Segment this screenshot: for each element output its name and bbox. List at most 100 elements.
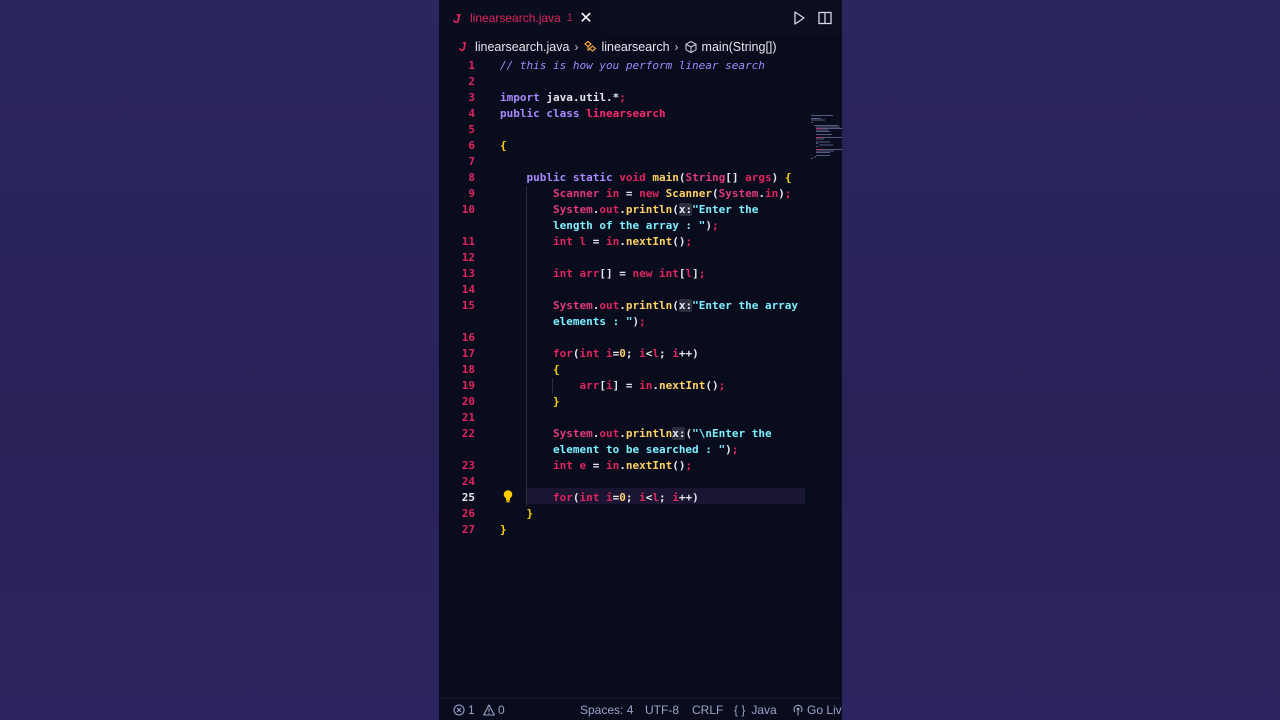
code-line[interactable]: 5 bbox=[439, 122, 842, 138]
line-number[interactable]: 20 bbox=[439, 394, 475, 410]
line-number[interactable]: 23 bbox=[439, 458, 475, 474]
code-line[interactable]: 20 } bbox=[439, 394, 842, 410]
line-number[interactable]: 4 bbox=[439, 106, 475, 122]
line-number[interactable]: 2 bbox=[439, 74, 475, 90]
line-number[interactable]: 1 bbox=[439, 58, 475, 74]
code-line[interactable]: 25 for(int i=0; i<l; i++) bbox=[439, 490, 842, 506]
line-number[interactable]: 8 bbox=[439, 170, 475, 186]
minimap[interactable] bbox=[809, 114, 842, 174]
line-number[interactable]: 27 bbox=[439, 522, 475, 538]
split-editor-icon[interactable] bbox=[817, 10, 833, 26]
language-mode[interactable]: { } Java bbox=[734, 703, 777, 717]
line-number[interactable]: 13 bbox=[439, 266, 475, 282]
problems-indicator[interactable]: 1 0 bbox=[453, 703, 505, 717]
chevron-right-icon: › bbox=[674, 40, 679, 54]
line-number[interactable]: 5 bbox=[439, 122, 475, 138]
code-text: { bbox=[552, 363, 560, 376]
code-text: elements : "); bbox=[552, 315, 646, 328]
breadcrumb-method[interactable]: main(String[]) bbox=[702, 40, 777, 54]
line-number[interactable]: 19 bbox=[439, 378, 475, 394]
code-line[interactable]: 27} bbox=[439, 522, 842, 538]
line-number[interactable]: 12 bbox=[439, 250, 475, 266]
line-number[interactable]: 25 bbox=[439, 490, 475, 506]
encoding-setting[interactable]: UTF-8 bbox=[645, 703, 679, 717]
go-live-button[interactable]: Go Live bbox=[792, 703, 842, 717]
code-line[interactable]: 19 arr[i] = in.nextInt(); bbox=[439, 378, 842, 394]
right-backdrop bbox=[842, 0, 1280, 720]
line-number[interactable]: 17 bbox=[439, 346, 475, 362]
line-number[interactable]: 14 bbox=[439, 282, 475, 298]
language-label: Java bbox=[751, 703, 777, 717]
error-icon bbox=[453, 704, 465, 716]
eol-setting[interactable]: CRLF bbox=[692, 703, 723, 717]
code-text: System.out.println(x:"Enter the bbox=[552, 203, 759, 216]
braces-icon: { } bbox=[734, 703, 746, 717]
code-line[interactable]: 26 } bbox=[439, 506, 842, 522]
chevron-right-icon: › bbox=[574, 40, 579, 54]
java-file-icon: J bbox=[459, 40, 466, 54]
line-number[interactable]: 24 bbox=[439, 474, 475, 490]
tab-bar: J linearsearch.java 1 ✕ bbox=[439, 0, 842, 36]
code-text: element to be searched : "); bbox=[552, 443, 739, 456]
line-number[interactable]: 26 bbox=[439, 506, 475, 522]
code-line[interactable]: 23 int e = in.nextInt(); bbox=[439, 458, 842, 474]
line-number[interactable]: 21 bbox=[439, 410, 475, 426]
code-line[interactable]: 1 // this is how you perform linear searc… bbox=[439, 58, 842, 74]
line-number[interactable]: 15 bbox=[439, 298, 475, 314]
line-number[interactable]: 7 bbox=[439, 154, 475, 170]
code-line[interactable]: length of the array : "); bbox=[439, 218, 842, 234]
line-number[interactable]: 3 bbox=[439, 90, 475, 106]
code-text: { bbox=[500, 139, 507, 152]
code-text: import java.util.*; bbox=[500, 91, 626, 104]
code-line[interactable]: element to be searched : "); bbox=[439, 442, 842, 458]
code-line[interactable]: 4 public class linearsearch bbox=[439, 106, 842, 122]
code-line[interactable]: 11 int l = in.nextInt(); bbox=[439, 234, 842, 250]
warning-count: 0 bbox=[498, 703, 505, 717]
code-line[interactable]: 18 { bbox=[439, 362, 842, 378]
code-line[interactable]: 3 import java.util.*; bbox=[439, 90, 842, 106]
breadcrumb-file[interactable]: linearsearch.java bbox=[475, 40, 570, 54]
line-number[interactable]: 10 bbox=[439, 202, 475, 218]
play-icon[interactable] bbox=[791, 10, 807, 26]
code-line[interactable]: 2 bbox=[439, 74, 842, 90]
code-line[interactable]: 10 System.out.println(x:"Enter the bbox=[439, 202, 842, 218]
method-icon bbox=[684, 40, 697, 54]
code-line[interactable]: 12 bbox=[439, 250, 842, 266]
code-text: arr[i] = in.nextInt(); bbox=[579, 379, 726, 392]
line-number[interactable]: 9 bbox=[439, 186, 475, 202]
code-line[interactable]: 9 Scanner in = new Scanner(System.in); bbox=[439, 186, 842, 202]
code-text: length of the array : "); bbox=[552, 219, 719, 232]
line-number[interactable]: 6 bbox=[439, 138, 475, 154]
line-number[interactable]: 22 bbox=[439, 426, 475, 442]
code-line[interactable]: 22 System.out.printlnx:("\nEnter the bbox=[439, 426, 842, 442]
lightbulb-icon[interactable] bbox=[501, 489, 515, 503]
code-text: } bbox=[552, 395, 560, 408]
line-number[interactable]: 11 bbox=[439, 234, 475, 250]
code-line[interactable]: 24 bbox=[439, 474, 842, 490]
code-line[interactable]: 7 bbox=[439, 154, 842, 170]
code-line[interactable]: elements : "); bbox=[439, 314, 842, 330]
code-line[interactable]: 8 public static void main(String[] args)… bbox=[439, 170, 842, 186]
error-count: 1 bbox=[468, 703, 475, 717]
code-line[interactable]: 13 int arr[] = new int[l]; bbox=[439, 266, 842, 282]
code-line[interactable]: 6{ bbox=[439, 138, 842, 154]
code-line[interactable]: 16 bbox=[439, 330, 842, 346]
code-line[interactable]: 17 for(int i=0; i<l; i++) bbox=[439, 346, 842, 362]
close-icon[interactable]: ✕ bbox=[577, 9, 595, 27]
editor-window: J linearsearch.java 1 ✕ J linearsearch.j… bbox=[439, 0, 842, 720]
code-text: public class linearsearch bbox=[500, 107, 666, 120]
code-line[interactable]: 15 System.out.println(x:"Enter the array bbox=[439, 298, 842, 314]
indentation-setting[interactable]: Spaces: 4 bbox=[580, 703, 633, 717]
code-text: } bbox=[526, 507, 534, 520]
code-line[interactable]: 14 bbox=[439, 282, 842, 298]
breadcrumb-class[interactable]: linearsearch bbox=[601, 40, 669, 54]
code-line[interactable]: 21 bbox=[439, 410, 842, 426]
java-file-icon: J bbox=[453, 10, 461, 26]
code-text: int l = in.nextInt(); bbox=[552, 235, 693, 248]
line-number[interactable]: 18 bbox=[439, 362, 475, 378]
status-bar: 1 0 Spaces: 4 UTF-8 CRLF { } Java Go Live bbox=[439, 698, 842, 720]
code-editor[interactable]: 1 // this is how you perform linear searc… bbox=[439, 58, 842, 698]
code-text: int arr[] = new int[l]; bbox=[552, 267, 706, 280]
code-text: System.out.printlnx:("\nEnter the bbox=[552, 427, 772, 440]
line-number[interactable]: 16 bbox=[439, 330, 475, 346]
